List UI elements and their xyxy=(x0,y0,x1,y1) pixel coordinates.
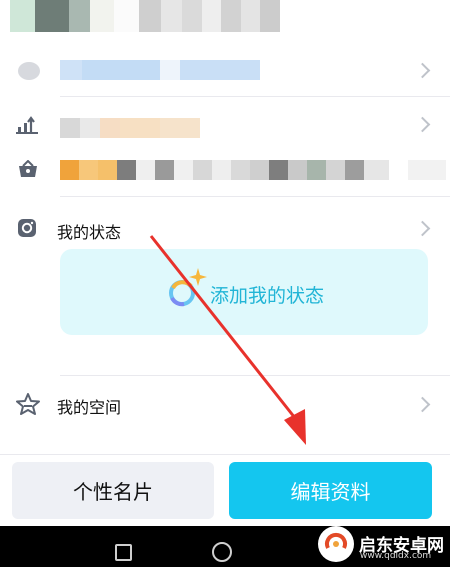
square-recent-icon[interactable] xyxy=(115,544,132,561)
watermark-site-url: www.qdldx.com xyxy=(360,551,432,561)
circle-home-icon[interactable] xyxy=(212,542,232,562)
annotation-arrow xyxy=(149,235,306,445)
watermark-logo-icon xyxy=(316,524,356,564)
